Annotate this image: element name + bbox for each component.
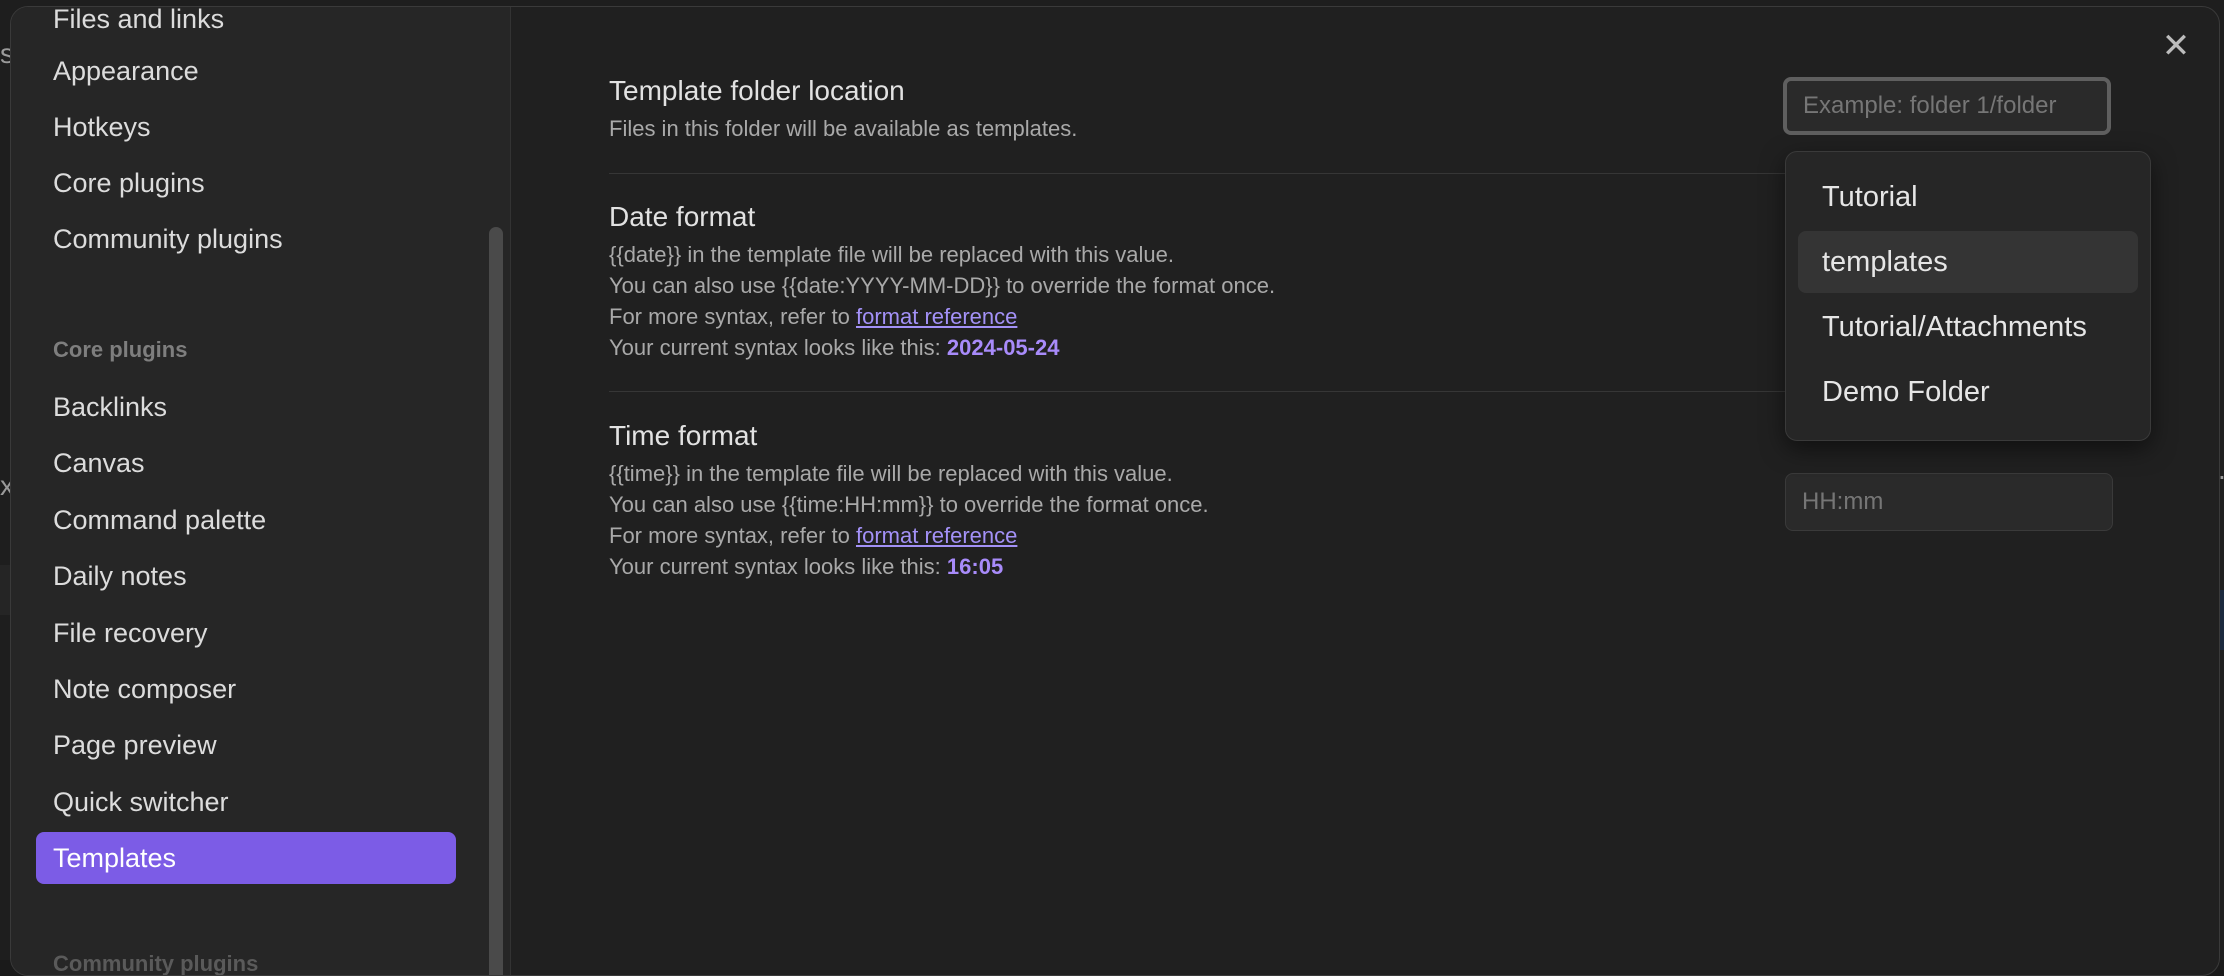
sidebar-section-header: Community plugins	[53, 951, 258, 976]
time-format-input[interactable]	[1785, 473, 2113, 531]
sidebar-item-quick-switcher[interactable]: Quick switcher	[36, 776, 456, 828]
sidebar-item-canvas[interactable]: Canvas	[36, 437, 456, 489]
desc-prefix: For more syntax, refer to	[609, 304, 850, 329]
sidebar-section-header: Core plugins	[53, 337, 187, 363]
sidebar-item-command-palette[interactable]: Command palette	[36, 494, 456, 546]
desc-prefix: Your current syntax looks like this:	[609, 554, 941, 579]
desc-prefix: Your current syntax looks like this:	[609, 335, 941, 360]
desc-prefix: For more syntax, refer to	[609, 523, 850, 548]
folder-suggestion-dropdown: Tutorial templates Tutorial/Attachments …	[1785, 151, 2151, 441]
dropdown-option-tutorial-attachments[interactable]: Tutorial/Attachments	[1798, 296, 2138, 358]
close-icon[interactable]: ✕	[2159, 29, 2193, 63]
sidebar-item-file-recovery[interactable]: File recovery	[36, 607, 456, 659]
sidebar-item-community-plugins[interactable]: Community plugins	[36, 213, 456, 265]
sidebar-item-appearance[interactable]: Appearance	[36, 45, 456, 97]
desc-line: Your current syntax looks like this: 16:…	[609, 551, 2129, 582]
sidebar-item-note-composer[interactable]: Note composer	[36, 663, 456, 715]
sidebar-item-page-preview[interactable]: Page preview	[36, 719, 456, 771]
sidebar-item-hotkeys[interactable]: Hotkeys	[36, 101, 456, 153]
format-reference-link[interactable]: format reference	[856, 304, 1017, 329]
settings-sidebar: Files and links Appearance Hotkeys Core …	[11, 7, 511, 975]
sidebar-item-templates[interactable]: Templates	[36, 832, 456, 884]
sidebar-scrollbar-thumb[interactable]	[489, 227, 503, 976]
dropdown-option-templates[interactable]: templates	[1798, 231, 2138, 293]
dropdown-option-demo-folder[interactable]: Demo Folder	[1798, 361, 2138, 423]
time-preview-value: 16:05	[947, 554, 1003, 579]
sidebar-item-files-and-links[interactable]: Files and links	[36, 6, 456, 45]
dropdown-option-tutorial[interactable]: Tutorial	[1798, 166, 2138, 228]
sidebar-item-daily-notes[interactable]: Daily notes	[36, 550, 456, 602]
date-preview-value: 2024-05-24	[947, 335, 1060, 360]
format-reference-link[interactable]: format reference	[856, 523, 1017, 548]
settings-modal: Files and links Appearance Hotkeys Core …	[10, 6, 2220, 976]
template-folder-input[interactable]	[1783, 77, 2111, 135]
sidebar-item-backlinks[interactable]: Backlinks	[36, 381, 456, 433]
sidebar-item-core-plugins[interactable]: Core plugins	[36, 157, 456, 209]
